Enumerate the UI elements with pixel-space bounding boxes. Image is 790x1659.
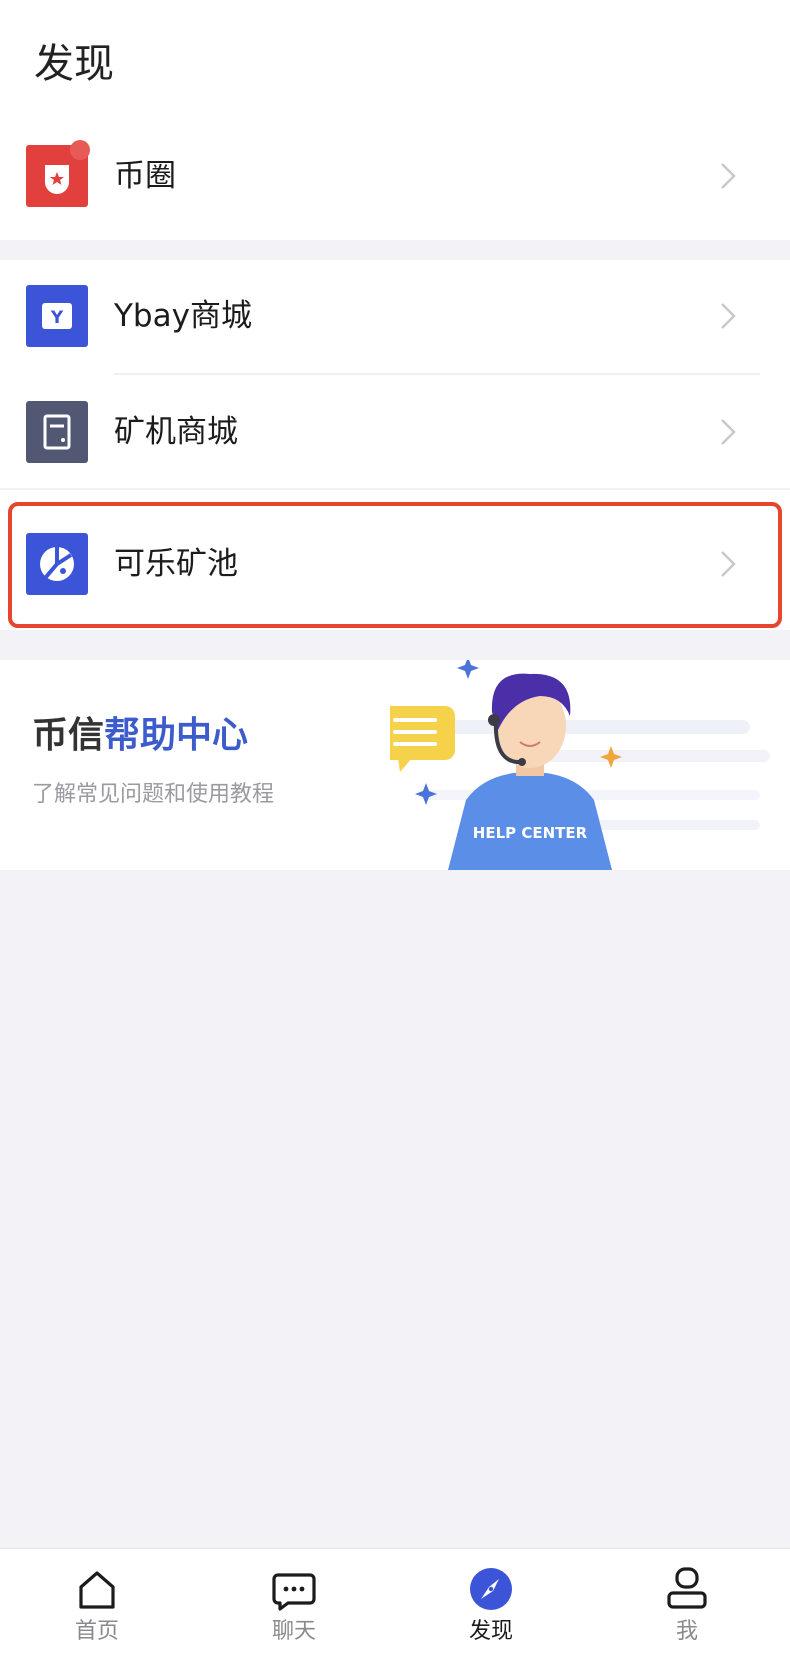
section-social: 币圈 [0,120,790,240]
discover-page: 发现 币圈 Y Ybay商城 矿机商城 可乐矿池 币信帮助中心 了解常见问题和使… [0,0,790,1659]
home-icon [79,1571,115,1609]
tab-me[interactable]: 我 [622,1549,752,1659]
tab-label: 我 [675,1619,698,1644]
section-mall: Y Ybay商城 矿机商城 [0,260,790,488]
miner-icon [26,401,88,463]
tab-label: 聊天 [271,1619,316,1644]
notification-badge [70,140,90,160]
highlight-box [8,502,782,628]
help-title: 币信帮助中心 [32,715,249,756]
chevron-right-icon [721,163,736,189]
tab-home[interactable]: 首页 [32,1549,162,1659]
ybay-icon: Y [26,285,88,347]
help-center-banner[interactable]: 币信帮助中心 了解常见问题和使用教程 HELP CENTER [0,660,790,870]
profile-icon [667,1567,707,1609]
chevron-right-icon [721,419,736,445]
compass-icon [470,1568,512,1610]
help-center-illustration: HELP CENTER [390,660,770,870]
menu-item-miner-mall[interactable]: 矿机商城 [0,376,790,488]
tab-chat[interactable]: 聊天 [229,1549,359,1659]
menu-item-ybay-mall[interactable]: Y Ybay商城 [0,260,790,372]
tab-label: 首页 [74,1619,119,1644]
chat-icon [272,1573,316,1611]
menu-label: 矿机商城 [114,414,238,450]
menu-label: Ybay商城 [114,298,252,334]
header: 发现 [0,0,790,120]
help-subtitle: 了解常见问题和使用教程 [32,782,275,807]
chevron-right-icon [721,303,736,329]
svg-text:Y: Y [50,308,64,328]
tab-label: 发现 [468,1619,513,1644]
menu-item-coin-circle[interactable]: 币圈 [0,120,790,232]
menu-label: 币圈 [114,158,176,194]
svg-text:HELP CENTER: HELP CENTER [473,824,588,842]
divider [114,373,760,375]
bottom-tab-bar: 首页 聊天 发现 我 [0,1548,790,1659]
page-title: 发现 [34,41,114,87]
tab-discover[interactable]: 发现 [426,1549,556,1659]
